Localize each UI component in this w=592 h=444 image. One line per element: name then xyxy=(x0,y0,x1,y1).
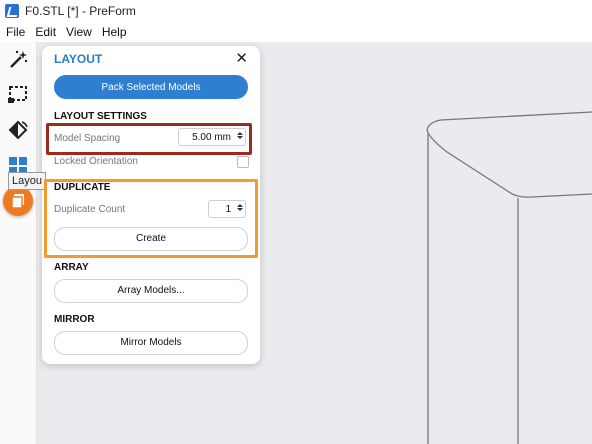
orient-icon[interactable] xyxy=(6,118,30,142)
menu-file[interactable]: File xyxy=(6,25,25,39)
select-box-icon[interactable] xyxy=(6,82,30,106)
duplicate-icon xyxy=(11,194,24,209)
pack-selected-models-button[interactable]: Pack Selected Models xyxy=(54,75,248,99)
mirror-header: MIRROR xyxy=(54,314,95,325)
mirror-models-button[interactable]: Mirror Models xyxy=(54,331,248,355)
menu-view[interactable]: View xyxy=(66,25,92,39)
model-spacing-highlight xyxy=(46,123,252,155)
menu-edit[interactable]: Edit xyxy=(35,25,56,39)
layout-settings-header: LAYOUT SETTINGS xyxy=(54,111,147,122)
menu-bar: File Edit View Help xyxy=(0,22,592,42)
array-header: ARRAY xyxy=(54,262,89,273)
floating-action-button[interactable] xyxy=(3,186,33,216)
window-title: F0.STL [*] - PreForm xyxy=(25,4,136,18)
panel-title: LAYOUT xyxy=(54,52,103,66)
preform-app-icon xyxy=(5,4,19,18)
close-icon[interactable]: ✕ xyxy=(235,49,248,67)
locked-orientation-checkbox[interactable] xyxy=(237,156,249,168)
duplicate-highlight xyxy=(44,179,258,258)
magic-wand-icon[interactable] xyxy=(6,48,30,72)
left-toolbar xyxy=(0,42,37,444)
title-bar: F0.STL [*] - PreForm xyxy=(0,0,592,22)
layout-tooltip: Layou xyxy=(8,172,46,190)
menu-help[interactable]: Help xyxy=(102,25,127,39)
locked-orientation-label: Locked Orientation xyxy=(54,156,138,167)
array-models-button[interactable]: Array Models... xyxy=(54,279,248,303)
